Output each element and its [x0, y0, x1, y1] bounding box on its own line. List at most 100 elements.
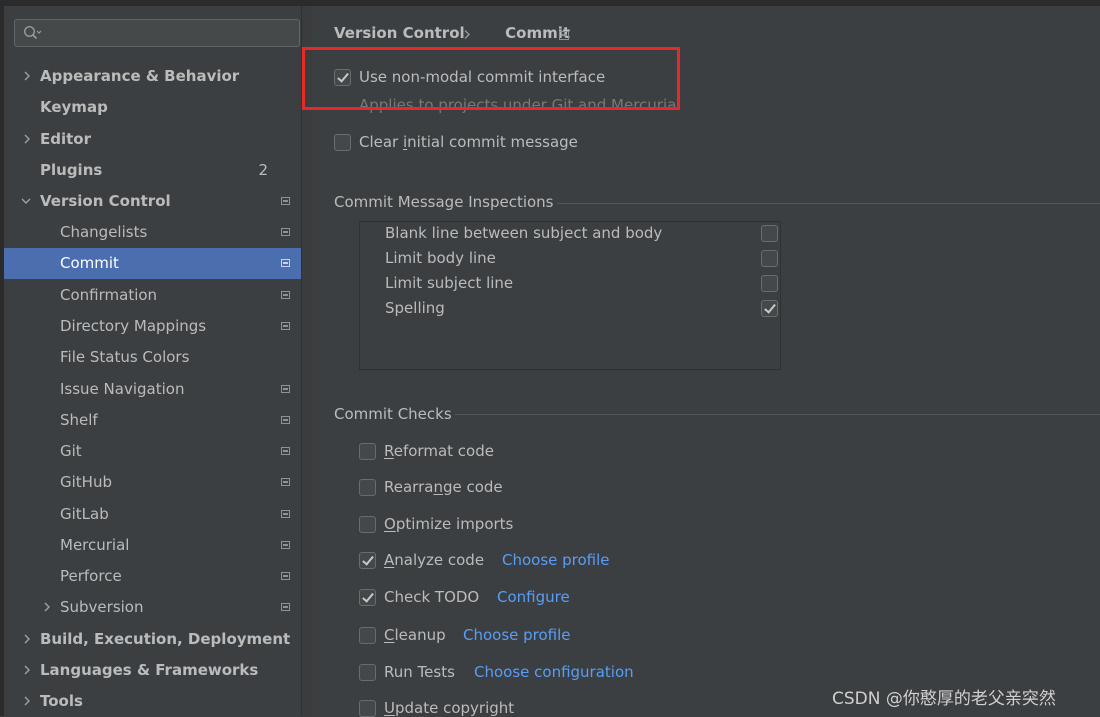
mnemonic: O: [384, 515, 396, 533]
sidebar-item-languages-frameworks[interactable]: Languages & Frameworks: [4, 655, 301, 686]
cleanup-label[interactable]: Cleanup: [384, 626, 446, 644]
run-tests-choose-configuration-link[interactable]: Choose configuration: [474, 663, 634, 681]
sidebar-item-mercurial[interactable]: Mercurial: [4, 530, 301, 561]
sidebar-item-git[interactable]: Git: [4, 436, 301, 467]
check-todo-label[interactable]: Check TODO: [384, 588, 479, 606]
list-item[interactable]: Blank line between subject and body: [360, 222, 780, 247]
sidebar-item-gitlab[interactable]: GitLab: [4, 499, 301, 530]
sidebar-item-perforce[interactable]: Perforce: [4, 561, 301, 592]
sidebar-item-version-control[interactable]: Version Control: [4, 186, 301, 217]
sidebar-item-directory-mappings[interactable]: Directory Mappings: [4, 311, 301, 342]
inspection-checkbox[interactable]: [761, 225, 778, 242]
project-level-icon: [281, 572, 290, 580]
rearrange-code-checkbox[interactable]: [359, 479, 376, 496]
sidebar-item-editor[interactable]: Editor: [4, 124, 301, 155]
project-level-icon: [281, 478, 290, 486]
rearrange-code-label[interactable]: Rearrange code: [384, 478, 503, 496]
project-level-icon: [281, 322, 290, 330]
optimize-imports-label[interactable]: Optimize imports: [384, 515, 513, 533]
csdn-watermark: CSDN @你憨厚的老父亲突然: [832, 689, 1056, 709]
section-divider: [557, 203, 1100, 204]
project-level-icon: [281, 197, 290, 205]
todo-configure-link[interactable]: Configure: [497, 588, 570, 606]
label-part: pdate copyright: [394, 699, 515, 717]
inspection-checkbox[interactable]: [761, 300, 778, 317]
inspection-checkbox[interactable]: [761, 275, 778, 292]
sidebar-item-subversion[interactable]: Subversion: [4, 592, 301, 623]
inspections-section-title: Commit Message Inspections: [334, 193, 554, 211]
chevron-right-icon[interactable]: [22, 696, 32, 706]
sidebar-item-confirmation[interactable]: Confirmation: [4, 280, 301, 311]
label-part: leanup: [394, 626, 446, 644]
sidebar-item-label: Languages & Frameworks: [40, 661, 259, 679]
plugins-update-count-badge: 2: [258, 161, 268, 179]
chevron-right-icon[interactable]: [22, 71, 32, 81]
sidebar-item-label: Build, Execution, Deployment: [40, 630, 291, 648]
sidebar-item-changelists[interactable]: Changelists: [4, 217, 301, 248]
settings-search-input[interactable]: [14, 19, 300, 47]
chevron-right-icon[interactable]: [22, 134, 32, 144]
sidebar-item-tools[interactable]: Tools: [4, 686, 301, 717]
sidebar-item-label: Changelists: [60, 223, 148, 241]
sidebar-item-label: Git: [60, 442, 82, 460]
sidebar-item-appearance-behavior[interactable]: Appearance & Behavior: [4, 61, 301, 92]
project-level-icon: [281, 541, 290, 549]
optimize-imports-checkbox[interactable]: [359, 516, 376, 533]
inspection-checkbox[interactable]: [761, 250, 778, 267]
breadcrumb: Version Control Commit: [334, 24, 570, 42]
sidebar-item-plugins[interactable]: Plugins 2: [4, 155, 301, 186]
analyze-code-checkbox[interactable]: [359, 552, 376, 569]
mnemonic: R: [384, 442, 394, 460]
clear-initial-message-label[interactable]: Clear initial commit message: [359, 133, 578, 151]
check-todo-checkbox[interactable]: [359, 589, 376, 606]
project-level-icon: [281, 447, 290, 455]
sidebar-item-label: Editor: [40, 130, 91, 148]
label-part: Clear: [359, 133, 403, 151]
sidebar-item-label: Mercurial: [60, 536, 130, 554]
sidebar-item-build-execution-deployment[interactable]: Build, Execution, Deployment: [4, 624, 301, 655]
list-item[interactable]: Limit body line: [360, 247, 780, 272]
run-tests-checkbox[interactable]: [359, 664, 376, 681]
chevron-right-icon[interactable]: [22, 634, 32, 644]
project-level-icon: [281, 259, 290, 267]
project-level-icon: [281, 603, 290, 611]
sidebar-item-github[interactable]: GitHub: [4, 467, 301, 498]
commit-checks-section-title: Commit Checks: [334, 405, 452, 423]
label-part: nalyze code: [394, 551, 485, 569]
run-tests-label[interactable]: Run Tests: [384, 663, 455, 681]
sidebar-item-label: Appearance & Behavior: [40, 67, 240, 85]
analyze-choose-profile-link[interactable]: Choose profile: [502, 551, 610, 569]
reformat-code-checkbox[interactable]: [359, 443, 376, 460]
sidebar-item-issue-navigation[interactable]: Issue Navigation: [4, 374, 301, 405]
sidebar-item-label: Perforce: [60, 567, 122, 585]
sidebar-item-label: Keymap: [40, 98, 108, 116]
update-copyright-checkbox[interactable]: [359, 700, 376, 717]
chevron-right-icon[interactable]: [22, 665, 32, 675]
highlight-annotation-box: [302, 47, 680, 110]
label-part: ptimize imports: [395, 515, 514, 533]
sidebar-item-label: Commit: [60, 254, 119, 272]
list-item[interactable]: Limit subject line: [360, 272, 780, 297]
sidebar-item-label: Issue Navigation: [60, 380, 185, 398]
inspection-label: Blank line between subject and body: [385, 224, 663, 242]
sidebar-item-shelf[interactable]: Shelf: [4, 405, 301, 436]
sidebar-item-label: Subversion: [60, 598, 144, 616]
cleanup-checkbox[interactable]: [359, 627, 376, 644]
chevron-right-icon[interactable]: [42, 602, 52, 612]
chevron-down-icon[interactable]: [21, 196, 31, 206]
analyze-code-label[interactable]: Analyze code: [384, 551, 484, 569]
breadcrumb-separator-icon: [464, 30, 470, 39]
sidebar-item-label: Plugins: [40, 161, 103, 179]
sidebar-item-keymap[interactable]: Keymap: [4, 92, 301, 123]
mnemonic: C: [384, 626, 395, 644]
project-level-icon: [281, 416, 290, 424]
sidebar-item-label: Version Control: [40, 192, 171, 210]
clear-initial-message-checkbox[interactable]: [334, 134, 351, 151]
sidebar-item-commit[interactable]: Commit: [4, 248, 313, 279]
cleanup-choose-profile-link[interactable]: Choose profile: [463, 626, 571, 644]
update-copyright-label[interactable]: Update copyright: [384, 699, 514, 717]
list-item[interactable]: Spelling: [360, 297, 780, 322]
reformat-code-label[interactable]: Reformat code: [384, 442, 494, 460]
sidebar-item-file-status-colors[interactable]: File Status Colors: [4, 342, 301, 373]
breadcrumb-parent[interactable]: Version Control: [334, 24, 465, 42]
